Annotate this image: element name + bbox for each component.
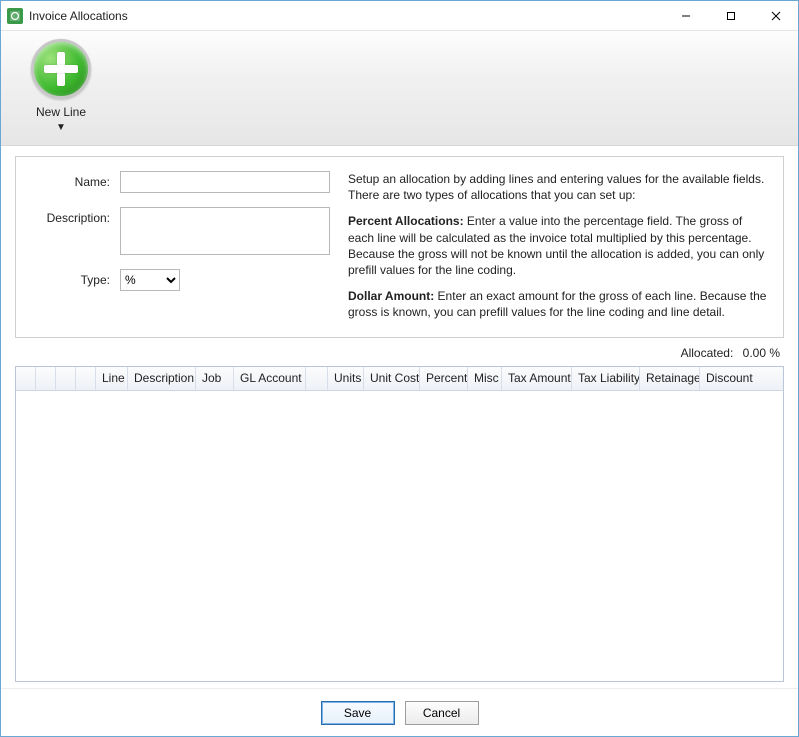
help-percent-label: Percent Allocations: <box>348 214 464 228</box>
toolbar: New Line ▼ <box>1 31 798 146</box>
help-text: Setup an allocation by adding lines and … <box>348 171 769 321</box>
save-button[interactable]: Save <box>321 701 395 725</box>
grid-col-tax-amount[interactable]: Tax Amount <box>502 367 572 390</box>
grid-col-line[interactable]: Line <box>96 367 128 390</box>
grid-col-misc[interactable]: Misc <box>468 367 502 390</box>
content-area: Name: Description: Type: % Setup an allo… <box>1 146 798 688</box>
close-button[interactable] <box>753 1 798 31</box>
description-input[interactable] <box>120 207 330 255</box>
maximize-button[interactable] <box>708 1 753 31</box>
setup-panel: Name: Description: Type: % Setup an allo… <box>15 156 784 338</box>
grid-col-blank1[interactable] <box>16 367 36 390</box>
grid-col-description[interactable]: Description <box>128 367 196 390</box>
grid-col-retainage[interactable]: Retainage <box>640 367 700 390</box>
grid-body[interactable] <box>16 391 783 682</box>
window: Invoice Allocations New Line ▼ Name: <box>0 0 799 737</box>
new-line-label: New Line <box>36 105 86 119</box>
description-label: Description: <box>30 207 120 225</box>
name-label: Name: <box>30 171 120 189</box>
grid-col-unit-cost[interactable]: Unit Cost <box>364 367 420 390</box>
type-label: Type: <box>30 269 120 287</box>
grid-col-blank4[interactable] <box>76 367 96 390</box>
allocated-value: 0.00 % <box>743 346 780 360</box>
grid-col-blank5[interactable] <box>306 367 328 390</box>
grid-col-blank3[interactable] <box>56 367 76 390</box>
plus-icon <box>31 39 91 99</box>
allocated-label: Allocated: <box>681 346 734 360</box>
help-intro: Setup an allocation by adding lines and … <box>348 171 769 203</box>
minimize-button[interactable] <box>663 1 708 31</box>
footer: Save Cancel <box>1 688 798 736</box>
type-select[interactable]: % <box>120 269 180 291</box>
grid-col-job[interactable]: Job <box>196 367 234 390</box>
help-percent: Percent Allocations: Enter a value into … <box>348 213 769 278</box>
grid-col-tax-liability[interactable]: Tax Liability <box>572 367 640 390</box>
allocated-row: Allocated: 0.00 % <box>15 338 784 366</box>
grid-header: Line Description Job GL Account Units Un… <box>16 367 783 391</box>
grid-col-gl-account[interactable]: GL Account <box>234 367 306 390</box>
form-column: Name: Description: Type: % <box>30 171 330 321</box>
help-dollar: Dollar Amount: Enter an exact amount for… <box>348 288 769 320</box>
new-line-button[interactable]: New Line ▼ <box>11 37 111 133</box>
allocation-grid[interactable]: Line Description Job GL Account Units Un… <box>15 366 784 683</box>
titlebar: Invoice Allocations <box>1 1 798 31</box>
name-input[interactable] <box>120 171 330 193</box>
grid-col-blank2[interactable] <box>36 367 56 390</box>
window-title: Invoice Allocations <box>29 9 128 23</box>
dropdown-arrow-icon[interactable]: ▼ <box>56 123 66 133</box>
app-icon <box>7 8 23 24</box>
help-dollar-label: Dollar Amount: <box>348 289 434 303</box>
grid-col-discount[interactable]: Discount <box>700 367 783 390</box>
cancel-button[interactable]: Cancel <box>405 701 479 725</box>
grid-col-percent[interactable]: Percent <box>420 367 468 390</box>
grid-col-units[interactable]: Units <box>328 367 364 390</box>
